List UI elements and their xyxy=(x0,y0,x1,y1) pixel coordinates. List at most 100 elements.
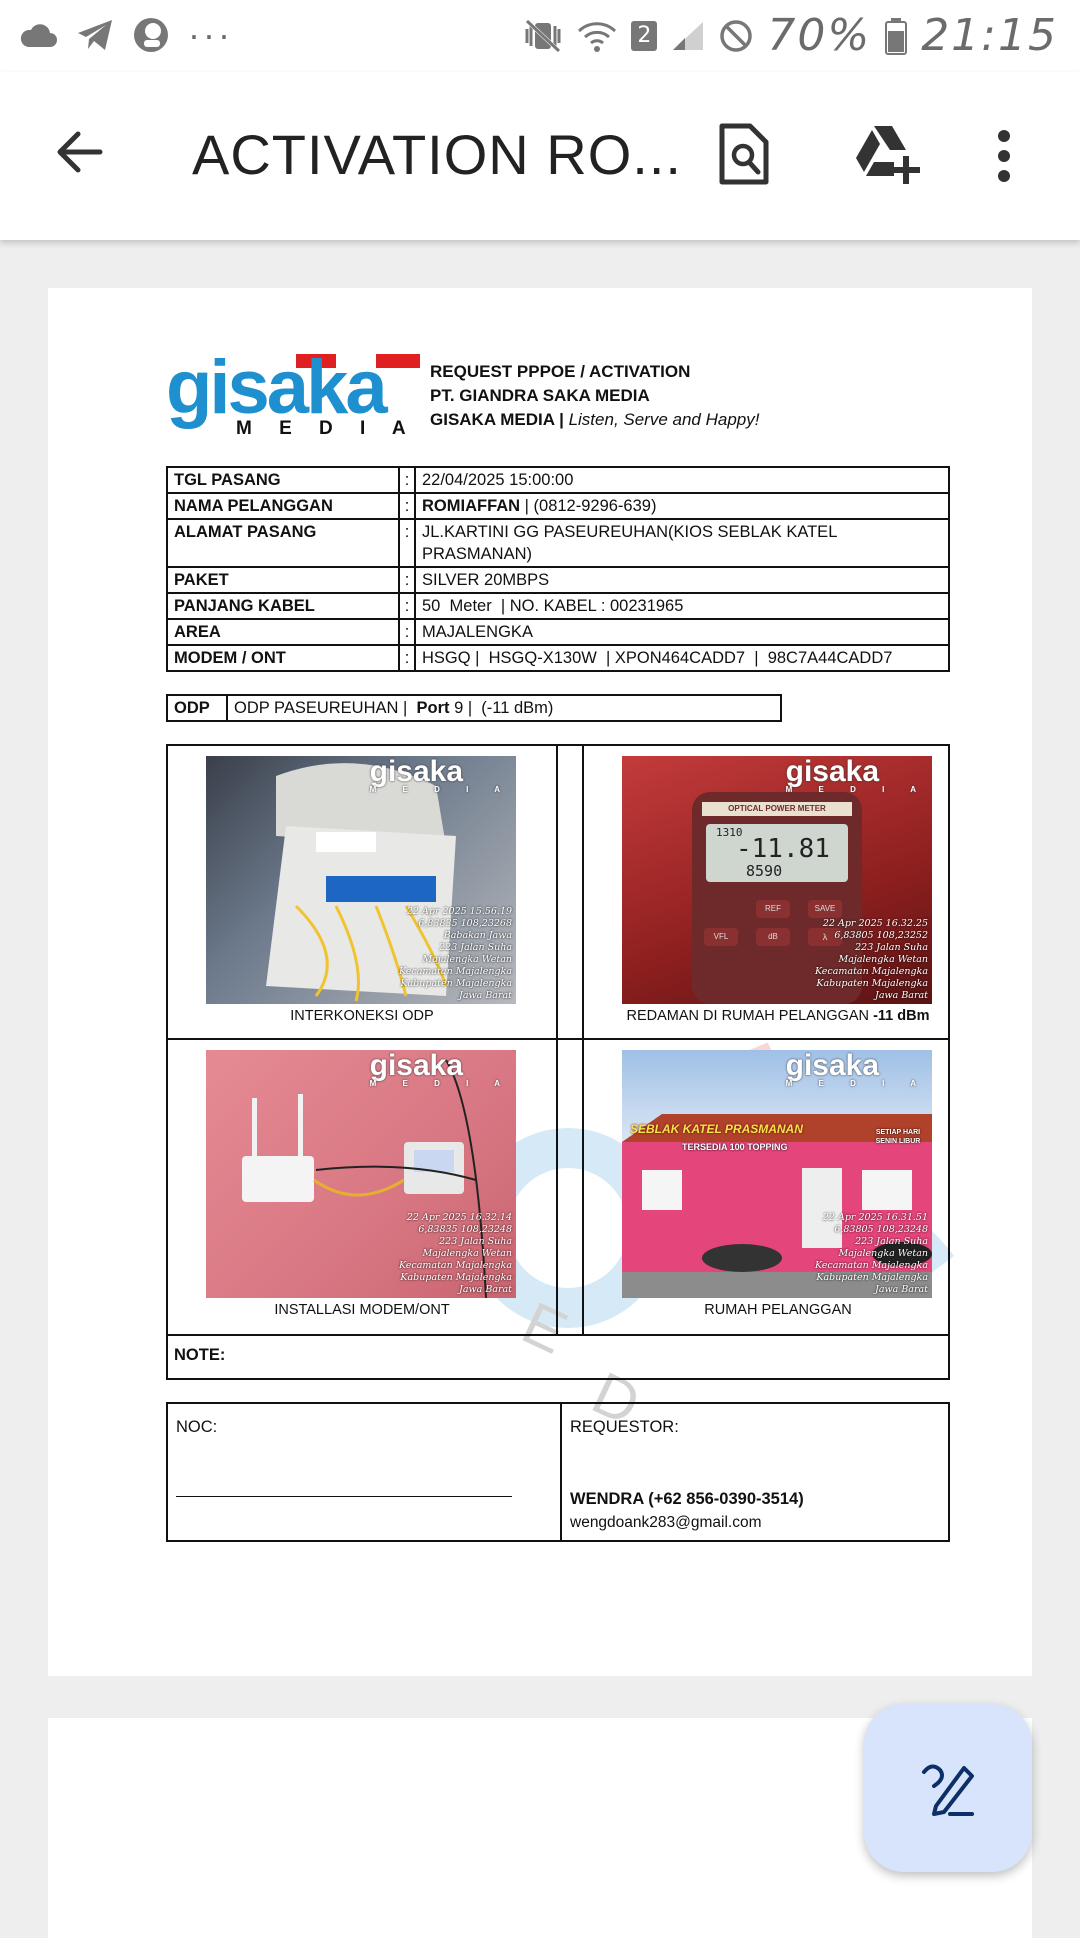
caption-modem: INSTALLASI MODEM/ONT xyxy=(274,1302,450,1318)
table-row: PAKET : SILVER 20MBPS xyxy=(166,566,950,594)
photo-geotag: 22 Apr 2025 15.56.19 6,83835 108,23268 B… xyxy=(399,906,512,1002)
photo-geotag: 22 Apr 2025 16.31.51 6,83805 108,23248 2… xyxy=(815,1212,928,1296)
gisaka-logo: gisaka M E D I A xyxy=(166,348,422,446)
photo-logo-sub: M E D I A xyxy=(785,1079,928,1088)
photo-logo-word: gisaka xyxy=(369,1050,464,1082)
photo-power-meter[interactable]: OPTICAL POWER METER 1310 -11.81 8590 REF… xyxy=(622,756,932,1004)
header-line-3: GISAKA MEDIA | Listen, Serve and Happy! xyxy=(430,408,759,432)
label-modem-ont: MODEM / ONT xyxy=(166,644,400,672)
value-paket: SILVER 20MBPS xyxy=(414,566,950,594)
status-bar: ··· 2 70% 21:15 xyxy=(0,0,1080,72)
vpn-app-icon xyxy=(134,18,168,52)
geotag-line: 6,83835 108,23268 xyxy=(418,918,512,929)
label-nama-pelanggan: NAMA PELANGGAN xyxy=(166,492,400,520)
note-box: NOTE: xyxy=(166,1334,950,1380)
odp-port-value: 9 | (-11 dBm) xyxy=(454,699,554,717)
logo-word: gisaka xyxy=(166,345,388,430)
sim-badge: 2 xyxy=(631,20,658,51)
header-brand: GISAKA MEDIA | xyxy=(430,410,564,429)
value-modem-ont: HSGQ | HSGQ-X130W | XPON464CADD7 | 98C7A… xyxy=(414,644,950,672)
app-toolbar: ACTIVATION RO... xyxy=(0,72,1080,240)
document-header: gisaka M E D I A REQUEST PPPOE / ACTIVAT… xyxy=(166,348,966,450)
logo-sub: M E D I A xyxy=(236,418,417,439)
geotag-line: 22 Apr 2025 15.56.19 xyxy=(406,906,512,917)
table-row: MODEM / ONT : HSGQ | HSGQ-X130W | XPON46… xyxy=(166,644,950,672)
header-line-1: REQUEST PPPOE / ACTIVATION xyxy=(430,362,691,381)
meter-sub-reading: 8590 xyxy=(746,862,783,880)
noc-label: NOC: xyxy=(176,1418,218,1436)
photo-customer-house[interactable]: SEBLAK KATEL PRASMANAN TERSEDIA 100 TOPP… xyxy=(622,1050,932,1298)
photo-odp-interconnect[interactable]: gisaka M E D I A 22 Apr 2025 15.56.19 6,8… xyxy=(206,756,516,1004)
photo-logo-word: gisaka xyxy=(785,1050,880,1082)
divider xyxy=(556,746,558,1334)
colon: : xyxy=(398,566,416,594)
caption-redaman-text: REDAMAN DI RUMAH PELANGGAN xyxy=(626,1008,870,1024)
house-sign-sub: TERSEDIA 100 TOPPING xyxy=(682,1142,788,1152)
wifi-icon xyxy=(578,21,617,52)
caption-redaman-value: -11 dBm xyxy=(873,1008,930,1024)
more-vert-icon[interactable] xyxy=(994,128,1014,184)
info-table: TGL PASANG : 22/04/2025 15:00:00 NAMA PE… xyxy=(166,466,950,672)
geotag-line: 223 Jalan Suha xyxy=(855,942,928,953)
odp-label: ODP xyxy=(166,694,228,722)
more-dots-icon: ··· xyxy=(188,14,233,55)
photo-logo-word: gisaka xyxy=(369,756,464,788)
geotag-line: Kabupaten Majalengka xyxy=(816,978,928,989)
photo-geotag: 22 Apr 2025 16.32.14 6,83835 108,23248 2… xyxy=(399,1212,512,1296)
no-entry-icon xyxy=(720,19,753,52)
geotag-line: 22 Apr 2025 16.31.51 xyxy=(822,1212,928,1223)
status-left: ··· xyxy=(18,14,233,56)
caption-redaman: REDAMAN DI RUMAH PELANGGAN -11 dBm xyxy=(584,1008,972,1024)
table-row: NAMA PELANGGAN : ROMIAFFAN | (0812-9296-… xyxy=(166,492,950,520)
meter-title: OPTICAL POWER METER xyxy=(702,802,852,816)
odp-table: ODP ODP PASEUREUHAN | Port 9 | (-11 dBm) xyxy=(166,694,782,722)
geotag-line: 22 Apr 2025 16.32.25 xyxy=(822,918,928,929)
address-line-1: JL.KARTINI GG PASEUREUHAN(KIOS SEBLAK KA… xyxy=(422,523,838,541)
geotag-line: 22 Apr 2025 16.32.14 xyxy=(406,1212,512,1223)
drive-add-icon[interactable] xyxy=(852,122,922,186)
geotag-line: Jawa Barat xyxy=(875,1284,928,1295)
photo-logo-word: gisaka xyxy=(785,756,880,788)
label-area: AREA xyxy=(166,618,400,646)
geotag-line: 223 Jalan Suha xyxy=(439,942,512,953)
geotag-line: Majalengka Wetan xyxy=(422,954,512,965)
table-row: TGL PASANG : 22/04/2025 15:00:00 xyxy=(166,466,950,494)
geotag-line: Kecamatan Majalengka xyxy=(814,1260,928,1271)
colon: : xyxy=(398,492,416,520)
geotag-line: 223 Jalan Suha xyxy=(439,1236,512,1247)
odp-value: ODP PASEUREUHAN | Port 9 | (-11 dBm) xyxy=(226,694,782,722)
meter-display: 1310 -11.81 8590 xyxy=(706,824,848,882)
photo-modem-installation[interactable]: gisaka M E D I A 22 Apr 2025 16.32.14 6,8… xyxy=(206,1050,516,1298)
colon: : xyxy=(398,592,416,620)
geotag-line: Majalengka Wetan xyxy=(422,1248,512,1259)
battery-percent: 70% xyxy=(767,10,872,61)
label-paket: PAKET xyxy=(166,566,400,594)
geotag-line: Kabupaten Majalengka xyxy=(400,978,512,989)
header-text: REQUEST PPPOE / ACTIVATION PT. GIANDRA S… xyxy=(430,360,759,432)
colon: : xyxy=(398,466,416,494)
geotag-line: Kecamatan Majalengka xyxy=(398,966,512,977)
geotag-line: Jawa Barat xyxy=(459,990,512,1001)
back-arrow-icon[interactable] xyxy=(50,122,110,182)
clock: 21:15 xyxy=(921,10,1058,61)
customer-name: ROMIAFFAN xyxy=(422,497,521,515)
noc-signature-line xyxy=(176,1496,512,1498)
photo-cell-redaman: OPTICAL POWER METER 1310 -11.81 8590 REF… xyxy=(584,746,972,1038)
photo-cell-modem: gisaka M E D I A 22 Apr 2025 16.32.14 6,8… xyxy=(168,1040,556,1332)
photo-logo: gisaka M E D I A xyxy=(785,756,928,794)
label-panjang-kabel: PANJANG KABEL xyxy=(166,592,400,620)
geotag-line: Kabupaten Majalengka xyxy=(816,1272,928,1283)
photo-logo: gisaka M E D I A xyxy=(785,1050,928,1088)
telegram-icon xyxy=(78,20,112,50)
meter-key: SAVE xyxy=(808,900,842,918)
colon: : xyxy=(398,618,416,646)
geotag-line: Kabupaten Majalengka xyxy=(400,1272,512,1283)
photo-grid: gisaka M E D I A 22 Apr 2025 15.56.19 6,8… xyxy=(166,744,950,1336)
edit-fab-button[interactable] xyxy=(864,1704,1032,1872)
geotag-line: Jawa Barat xyxy=(459,1284,512,1295)
photo-logo-sub: M E D I A xyxy=(785,785,928,794)
geotag-line: Jawa Barat xyxy=(875,990,928,1001)
meter-reading: -11.81 xyxy=(736,834,830,864)
colon: : xyxy=(398,518,416,568)
find-in-page-icon[interactable] xyxy=(716,122,772,186)
